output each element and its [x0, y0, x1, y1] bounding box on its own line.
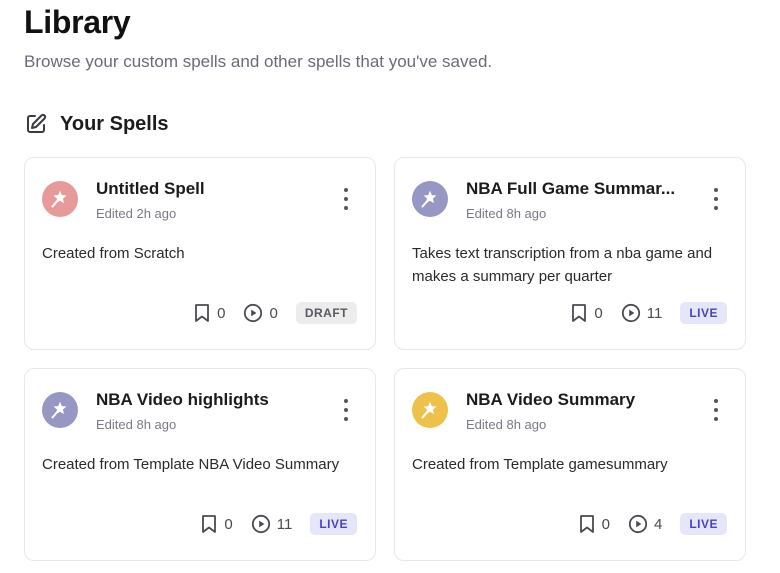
- spell-avatar: [412, 392, 448, 428]
- spell-card[interactable]: NBA Video highlights Edited 8h ago Creat…: [24, 368, 376, 561]
- spell-edited-time: Edited 8h ago: [96, 417, 177, 432]
- spell-edited-time: Edited 2h ago: [96, 206, 177, 221]
- bookmark-icon: [572, 304, 587, 322]
- spell-card[interactable]: NBA Video Summary Edited 8h ago Created …: [394, 368, 746, 561]
- spell-card[interactable]: Untitled Spell Edited 2h ago Created fro…: [24, 157, 376, 350]
- spell-card[interactable]: NBA Full Game Summar... Edited 8h ago Ta…: [394, 157, 746, 350]
- save-count[interactable]: 0: [193, 303, 225, 323]
- spell-edited-time: Edited 8h ago: [466, 417, 547, 432]
- more-options-icon[interactable]: [339, 186, 353, 212]
- spell-title[interactable]: NBA Full Game Summar...: [466, 179, 686, 199]
- status-badge: LIVE: [680, 513, 727, 535]
- spell-avatar: [412, 181, 448, 217]
- page-subtitle: Browse your custom spells and other spel…: [24, 52, 493, 71]
- spell-title[interactable]: NBA Video highlights: [96, 390, 316, 410]
- run-count: 11: [621, 303, 662, 323]
- section-header: Your Spells: [24, 112, 169, 136]
- run-count: 11: [251, 514, 292, 534]
- more-options-icon[interactable]: [709, 397, 723, 423]
- more-options-icon[interactable]: [339, 397, 353, 423]
- play-circle-icon: [621, 303, 640, 323]
- bookmark-icon: [579, 515, 594, 533]
- page-title: Library: [24, 4, 131, 40]
- spell-description: Takes text transcription from a nba game…: [412, 245, 713, 285]
- more-options-icon[interactable]: [709, 186, 723, 212]
- spell-grid: Untitled Spell Edited 2h ago Created fro…: [24, 157, 746, 565]
- edit-square-icon: [24, 112, 48, 136]
- status-badge: LIVE: [680, 302, 727, 324]
- status-badge: DRAFT: [295, 302, 357, 324]
- bookmark-icon: [202, 515, 217, 533]
- spell-avatar: [42, 181, 78, 217]
- section-title: Your Spells: [60, 112, 169, 135]
- spell-description: Created from Template gamesummary: [412, 456, 668, 473]
- save-count[interactable]: 0: [200, 514, 233, 534]
- spell-description: Created from Template NBA Video Summary: [42, 456, 340, 473]
- run-count: 4: [628, 514, 662, 534]
- spell-title[interactable]: Untitled Spell: [96, 179, 316, 199]
- spell-footer: 0 4 LIVE: [578, 512, 727, 536]
- spell-title[interactable]: NBA Video Summary: [466, 390, 686, 410]
- magic-wand-icon: [51, 401, 67, 419]
- spell-edited-time: Edited 8h ago: [466, 206, 547, 221]
- status-badge: LIVE: [310, 513, 357, 535]
- spell-description: Created from Scratch: [42, 245, 185, 262]
- save-count[interactable]: 0: [578, 514, 610, 534]
- spell-footer: 0 0 DRAFT: [193, 301, 357, 325]
- magic-wand-icon: [421, 190, 437, 208]
- play-circle-icon: [244, 303, 263, 323]
- play-circle-icon: [628, 514, 648, 534]
- run-count: 0: [243, 303, 278, 323]
- bookmark-icon: [195, 304, 210, 322]
- magic-wand-icon: [51, 190, 67, 208]
- play-circle-icon: [251, 514, 270, 534]
- spell-footer: 0 11 LIVE: [200, 512, 357, 536]
- save-count[interactable]: 0: [570, 303, 603, 323]
- magic-wand-icon: [421, 401, 437, 419]
- spell-avatar: [42, 392, 78, 428]
- spell-footer: 0 11 LIVE: [570, 301, 727, 325]
